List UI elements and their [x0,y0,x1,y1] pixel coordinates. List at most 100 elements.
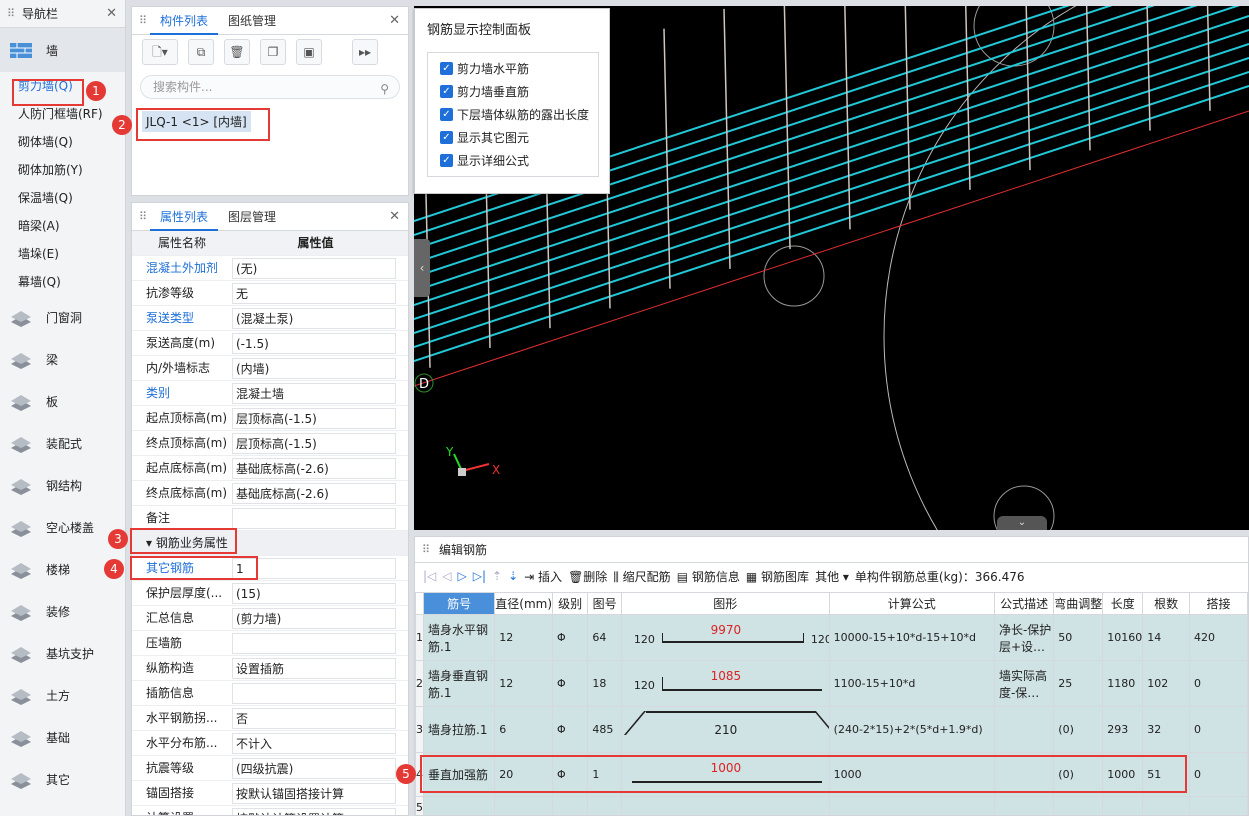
prop-value[interactable]: (混凝土泵) [232,308,396,329]
cell-desc[interactable]: 墙实际高度-保… [993,660,1055,707]
prop-value[interactable]: 层顶标高(-1.5) [232,408,396,429]
drag-grip-icon[interactable]: ⠿ [136,210,150,223]
prop-value[interactable]: 混凝土墙 [232,383,396,404]
more-icon[interactable]: ▸▸ [352,39,378,65]
prop-row[interactable]: 保护层厚度(... (15) [132,581,408,606]
duplicate-icon[interactable]: ❐ [260,39,286,65]
prop-value[interactable]: (四级抗震) [232,758,396,779]
prop-row[interactable]: 水平钢筋拐... 否 [132,706,408,731]
nav-category[interactable]: 土方 [0,674,125,716]
cell-shape[interactable]: 1201209970 [620,614,830,661]
nav-category[interactable]: 基础 [0,716,125,758]
other-dropdown[interactable]: 其他 ▾ [815,568,849,585]
save-icon[interactable]: ▣ [296,39,322,65]
close-icon[interactable]: ✕ [389,209,400,224]
wall-subitem[interactable]: 墙垛(E) [0,240,125,268]
rebar-row[interactable]: 5 [415,796,1248,815]
cell-bend[interactable]: (0) [1053,706,1104,753]
prop-row[interactable]: 起点顶标高(m) 层顶标高(-1.5) [132,406,408,431]
cell-len[interactable] [1102,796,1144,815]
col-header[interactable]: 公式描述 [993,592,1055,615]
collapse-left-handle[interactable]: ‹ [414,239,430,297]
prop-row[interactable]: 纵筋构造 设置插筋 [132,656,408,681]
col-header[interactable]: 长度 [1102,592,1144,615]
rebar-option-checkbox[interactable]: ✓ 下层墙体纵筋的露出长度 [428,103,598,126]
cell-count[interactable] [1142,796,1190,815]
wall-subitem[interactable]: 幕墙(Q) [0,268,125,296]
prop-value[interactable]: 层顶标高(-1.5) [232,433,396,454]
prev-icon[interactable]: ◁ [442,569,451,583]
close-icon[interactable]: ✕ [389,13,400,28]
prop-row[interactable]: 类别 混凝土墙 [132,381,408,406]
cell-fig[interactable]: 64 [587,614,622,661]
wall-subitem[interactable]: 保温墙(Q) [0,184,125,212]
prop-row[interactable]: 泵送高度(m) (-1.5) [132,331,408,356]
nav-category[interactable]: 门窗洞 [0,296,125,338]
next-icon[interactable]: ▷ [458,569,467,583]
prop-row[interactable]: 抗渗等级 无 [132,281,408,306]
cell-formula[interactable]: (240-2*15)+2*(5*d+1.9*d) [828,706,995,753]
nav-category[interactable]: 装配式 [0,422,125,464]
cell-dia[interactable]: 12 [494,660,554,707]
new-component-icon[interactable]: 🗋▾ [142,39,178,65]
tab-layer-management[interactable]: 图层管理 [218,203,286,231]
collapse-bottom-handle[interactable]: ⌄ [997,516,1047,530]
cell-shape[interactable]: 120 1085 [620,660,830,707]
cell-lap[interactable]: 0 [1188,752,1248,797]
nav-cat-wall[interactable]: 墙 [0,28,125,72]
col-header[interactable]: 筋号 [422,592,496,615]
prop-value[interactable]: 基础底标高(-2.6) [232,483,396,504]
rebar-option-checkbox[interactable]: ✓ 剪力墙垂直筋 [428,80,598,103]
wall-subitem[interactable]: 暗梁(A) [0,212,125,240]
prop-value[interactable]: 无 [232,283,396,304]
cell-grade[interactable]: Φ [552,660,589,707]
insert-button[interactable]: ⇥ 插入 [524,568,562,585]
rebar-row[interactable]: 3 墙身拉筋.1 6 Φ 485 210 (240-2*15)+2*(5*d+1.9*d) (… [415,706,1248,753]
prop-row[interactable]: 起点底标高(m) 基础底标高(-2.6) [132,456,408,481]
cell-grade[interactable] [552,796,589,815]
cell-fig[interactable] [587,796,622,815]
col-header[interactable]: 弯曲调整 [1053,592,1104,615]
cell-grade[interactable]: Φ [552,706,589,753]
col-header[interactable]: 根数 [1142,592,1190,615]
cell-bend[interactable]: 25 [1053,660,1104,707]
rebar-row[interactable]: 1墙身水平钢筋.112Φ64120120997010000-15+10*d-15… [415,614,1248,661]
wall-subitem[interactable]: 砌体墙(Q) [0,128,125,156]
move-down-icon[interactable]: ⇣ [508,569,518,583]
cell-name[interactable]: 墙身水平钢筋.1 [422,614,496,661]
tab-drawing-management[interactable]: 图纸管理 [218,7,286,35]
cell-grade[interactable]: Φ [552,614,589,661]
rebar-library-button[interactable]: ▦ 钢筋图库 [746,568,809,585]
cell-len[interactable]: 10160 [1102,614,1144,661]
cell-formula[interactable] [828,796,995,815]
scale-rebar-button[interactable]: ⫼ 缩尺配筋 [613,568,670,585]
cell-formula[interactable]: 10000-15+10*d-15+10*d [828,614,995,661]
rebar-option-checkbox[interactable]: ✓ 显示详细公式 [428,149,598,172]
rebar-info-button[interactable]: ▤ 钢筋信息 [677,568,740,585]
prop-row[interactable]: 抗震等级 (四级抗震) [132,756,408,781]
prop-row[interactable]: 汇总信息 (剪力墙) [132,606,408,631]
prop-row[interactable]: 内/外墙标志 (内墙) [132,356,408,381]
last-icon[interactable]: ▷| [473,569,486,583]
search-input[interactable]: 搜索构件... ⚲ [140,75,400,99]
prop-value[interactable] [232,633,396,654]
wall-subitem[interactable]: 砌体加筋(Y) [0,156,125,184]
prop-value[interactable]: 不计入 [232,733,396,754]
prop-value[interactable]: (无) [232,258,396,279]
cell-len[interactable]: 293 [1102,706,1144,753]
move-up-icon[interactable]: ⇡ [492,569,502,583]
col-header[interactable]: 图号 [587,592,622,615]
cell-lap[interactable] [1188,796,1248,815]
prop-row[interactable]: 计算设置按默认计算设置计算 [132,806,408,815]
cell-bend[interactable]: 50 [1053,614,1104,661]
delete-button[interactable]: 🗑删除 [568,568,607,585]
drag-grip-icon[interactable]: ⠿ [419,543,433,556]
prop-row[interactable]: 终点顶标高(m) 层顶标高(-1.5) [132,431,408,456]
prop-value[interactable] [232,508,396,529]
cell-count[interactable]: 14 [1142,614,1190,661]
cell-fig[interactable]: 18 [587,660,622,707]
rebar-row[interactable]: 2 墙身垂直钢筋.1 12 Φ 18 120 1085 1100-15+10*d 墙实际高度-保… [415,660,1248,707]
col-header[interactable]: 计算公式 [828,592,995,615]
copy-icon[interactable]: ⧉ [188,39,214,65]
cell-bend[interactable] [1053,796,1104,815]
